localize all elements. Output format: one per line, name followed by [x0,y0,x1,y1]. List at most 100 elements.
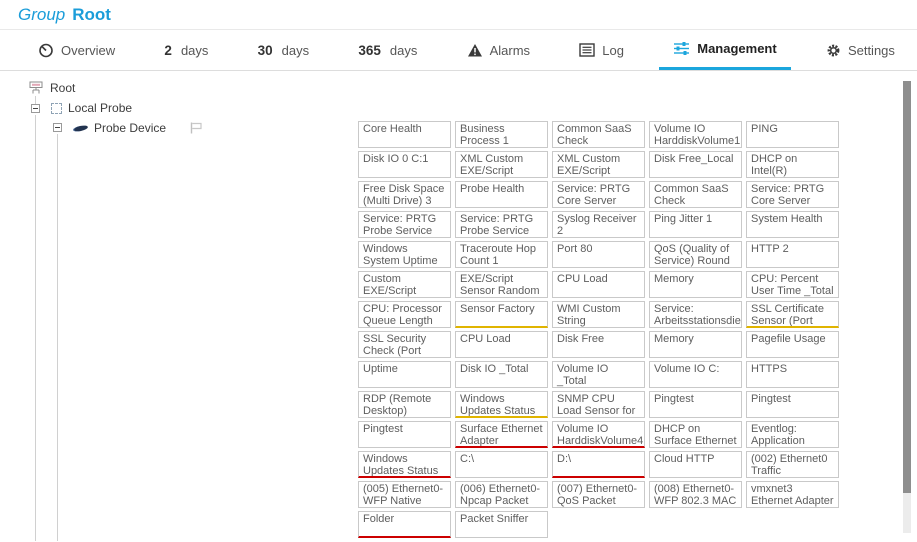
sensor-card[interactable]: DHCP on Intel(R) PRO/1000 MT [746,151,839,178]
sensor-card[interactable]: Surface Ethernet Adapter [455,421,548,448]
sensor-card[interactable]: Service: PRTG Probe Service [455,211,548,238]
tab-label: days [181,43,208,58]
collapse-toggle-local-probe[interactable] [31,104,40,113]
sensor-card[interactable]: Service: PRTG Core Server Service [746,181,839,208]
tree-item-root[interactable]: Root [29,81,75,95]
sensor-card[interactable]: (002) Ethernet0 Traffic [746,451,839,478]
tab-number: 2 [164,43,172,58]
sensor-card[interactable]: HTTP 2 [746,241,839,268]
sensor-card[interactable]: Windows Updates Status [455,391,548,418]
sensor-card[interactable]: Common SaaS Check [649,181,742,208]
tab-365-days[interactable]: 365 days [344,30,431,70]
sensor-card[interactable]: Volume IO C: [649,361,742,388]
sensor-card[interactable]: Ping Jitter 1 [649,211,742,238]
sensor-card[interactable]: Disk Free_Local [649,151,742,178]
tab-label: days [282,43,309,58]
sensor-card[interactable]: Disk IO _Total [455,361,548,388]
sensor-card[interactable]: Windows System Uptime 2 [358,241,451,268]
sensor-card[interactable]: Memory [649,271,742,298]
sensor-card[interactable]: Custom EXE/Script Sensor 1 [358,271,451,298]
sensor-card[interactable]: Packet Sniffer [455,511,548,538]
sensor-card[interactable]: SNMP CPU Load Sensor for Asako [552,391,645,418]
collapse-toggle-probe-device[interactable] [53,123,62,132]
sensor-card[interactable]: (006) Ethernet0-Npcap Packet [455,481,548,508]
tree-label-root[interactable]: Root [50,81,75,95]
sensor-card[interactable]: Probe Health [455,181,548,208]
scrollbar-thumb[interactable] [903,81,911,493]
tree-guide-line [57,134,58,541]
sensor-card[interactable]: Uptime [358,361,451,388]
sensor-card[interactable]: CPU Load [552,271,645,298]
sensor-card[interactable]: (007) Ethernet0-QoS Packet [552,481,645,508]
sensor-card[interactable]: SSL Certificate Sensor (Port 443) [746,301,839,328]
sensor-card[interactable]: HTTPS [746,361,839,388]
alarm-triangle-icon [467,43,483,58]
sensor-card[interactable]: Port 80 [552,241,645,268]
sensor-card[interactable]: (008) Ethernet0-WFP 802.3 MAC [649,481,742,508]
page-header: GroupRoot [0,0,917,30]
sensor-card[interactable]: C:\ [455,451,548,478]
sensor-card[interactable]: CPU: Percent User Time _Total [746,271,839,298]
tab-2-days[interactable]: 2 days [150,30,222,70]
sensor-card[interactable]: Disk Free [552,331,645,358]
sensor-card[interactable]: Pingtest [746,391,839,418]
sensor-card[interactable]: Free Disk Space (Multi Drive) 3 [358,181,451,208]
tree-label-probe-device[interactable]: Probe Device [94,121,166,135]
sensor-card[interactable]: Volume IO HarddiskVolume4 [552,421,645,448]
sensor-card[interactable]: (005) Ethernet0-WFP Native MAC [358,481,451,508]
tab-alarms[interactable]: Alarms [453,30,544,70]
tab-log[interactable]: Log [565,30,638,70]
sensor-card[interactable]: Service: Arbeitsstationsdie... [649,301,742,328]
device-icon [73,124,89,132]
sensor-card[interactable]: Service: PRTG Core Server Service [552,181,645,208]
sensor-card[interactable]: CPU: Processor Queue Length [358,301,451,328]
sensor-card[interactable]: XML Custom EXE/Script Sensor [455,151,548,178]
tab-30-days[interactable]: 30 days [244,30,324,70]
sensor-card[interactable]: Pagefile Usage [746,331,839,358]
sensor-card[interactable]: DHCP on Surface Ethernet Adapter [649,421,742,448]
sensor-card[interactable]: Sensor Factory [455,301,548,328]
tree-label-local-probe[interactable]: Local Probe [68,101,132,115]
flag-icon [190,122,203,134]
sensor-card[interactable]: Windows Updates Status [358,451,451,478]
sensor-card[interactable]: Eventlog: Application [746,421,839,448]
sensor-card[interactable]: Syslog Receiver 2 [552,211,645,238]
sensor-card[interactable]: Volume IO HarddiskVolume1 [649,121,742,148]
sensor-card[interactable]: System Health [746,211,839,238]
sensor-card[interactable]: D:\ [552,451,645,478]
tab-overview[interactable]: Overview [24,30,129,70]
sensor-card[interactable]: PING [746,121,839,148]
sensor-card[interactable]: Common SaaS Check [552,121,645,148]
tree-guide-line [35,115,36,541]
tab-settings[interactable]: Settings [812,30,909,70]
tree-item-local-probe[interactable]: Local Probe [51,101,132,115]
gear-icon [826,43,841,58]
sensor-card[interactable]: Traceroute Hop Count 1 [455,241,548,268]
page-title: Root [72,5,111,24]
tab-management[interactable]: Management [659,30,790,70]
sensor-card[interactable]: Service: PRTG Probe Service [358,211,451,238]
tree-item-probe-device[interactable]: Probe Device [73,121,203,135]
sensor-card[interactable]: Disk IO 0 C:1 [358,151,451,178]
vertical-scrollbar[interactable] [903,81,911,533]
sensor-card[interactable]: Pingtest [649,391,742,418]
sensor-card[interactable]: CPU Load [455,331,548,358]
sensor-card[interactable]: QoS (Quality of Service) Round Trip [649,241,742,268]
sensor-card[interactable]: Memory [649,331,742,358]
sensor-card[interactable]: Core Health [358,121,451,148]
sensor-card[interactable]: EXE/Script Sensor Random number [455,271,548,298]
sensor-card[interactable]: Business Process 1 [455,121,548,148]
sliders-icon [673,41,690,56]
sensor-card[interactable]: SSL Security Check (Port 443) [358,331,451,358]
sensor-card[interactable]: Pingtest [358,421,451,448]
sensor-card[interactable]: Cloud HTTP [649,451,742,478]
sensor-card[interactable]: Folder [358,511,451,538]
root-group-icon [29,81,44,95]
sensor-card[interactable]: vmxnet3 Ethernet Adapter [746,481,839,508]
sensor-card[interactable]: RDP (Remote Desktop) [358,391,451,418]
gauge-icon [38,42,54,58]
sensor-card[interactable]: WMI Custom String [552,301,645,328]
tab-number: 365 [358,43,381,58]
sensor-card[interactable]: XML Custom EXE/Script Sensor [552,151,645,178]
sensor-card[interactable]: Volume IO _Total [552,361,645,388]
